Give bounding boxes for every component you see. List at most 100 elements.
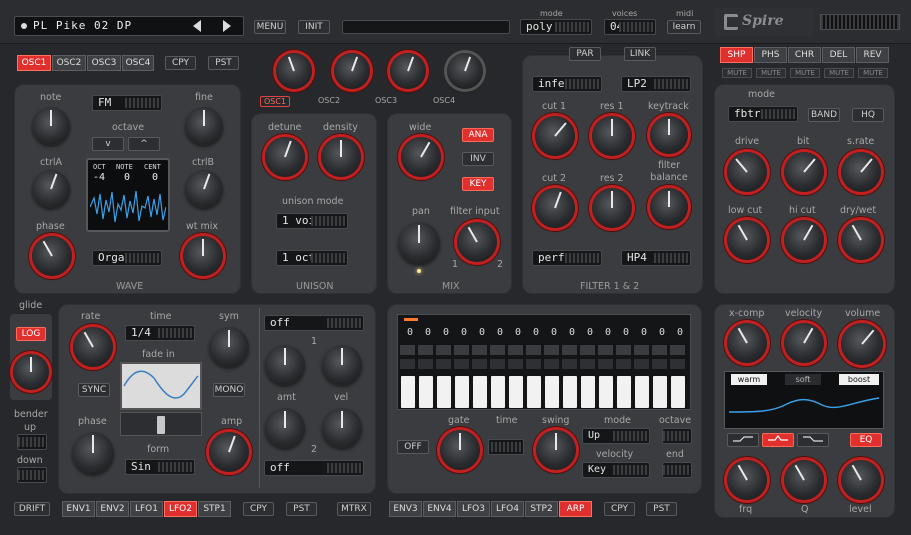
arp-velocity-select[interactable]: Key: [582, 462, 650, 478]
lfo-fade-slider[interactable]: [120, 412, 202, 436]
unison-voices-select[interactable]: 1 voice: [276, 213, 348, 229]
filter-input-knob[interactable]: [457, 222, 497, 262]
eq-soft-tab[interactable]: soft: [785, 374, 821, 385]
drive-knob[interactable]: [727, 152, 767, 192]
ana-button[interactable]: ANA: [462, 128, 494, 142]
arp-vel-bar[interactable]: [545, 376, 559, 408]
arp-step-9[interactable]: 0: [551, 327, 557, 338]
arp-vel-bar[interactable]: [599, 376, 613, 408]
arp-off-button[interactable]: OFF: [397, 440, 429, 454]
filter2-mode-select[interactable]: HP4: [621, 250, 691, 266]
filter2-type-select[interactable]: perfecto: [532, 250, 602, 266]
xcomp-knob[interactable]: [727, 323, 767, 363]
srate-knob[interactable]: [841, 152, 881, 192]
arp-step-8[interactable]: 0: [533, 327, 539, 338]
eq-enable-button[interactable]: EQ: [850, 433, 882, 447]
tab-rev[interactable]: REV: [856, 47, 889, 63]
fx-mode-select[interactable]: fbtri: [728, 106, 798, 122]
arp-vel-bar[interactable]: [509, 376, 523, 408]
tab-phs[interactable]: PHS: [754, 47, 787, 63]
inv-button[interactable]: INV: [462, 152, 494, 166]
preset-display[interactable]: PL Pike 02 DP: [14, 16, 244, 36]
tab-lfo4[interactable]: LFO4: [491, 501, 524, 517]
filter1-mode-select[interactable]: LP2: [621, 76, 691, 92]
tab-lfo1[interactable]: LFO1: [130, 501, 163, 517]
arp-copy-button[interactable]: CPY: [604, 502, 635, 516]
mod-paste-button[interactable]: PST: [286, 502, 317, 516]
ctrlB-knob[interactable]: [185, 170, 223, 208]
eq-q-knob[interactable]: [784, 460, 824, 500]
arp-paste-button[interactable]: PST: [646, 502, 677, 516]
hq-button[interactable]: HQ: [852, 108, 884, 122]
lfo-sym-knob[interactable]: [209, 327, 249, 367]
glide-log-button[interactable]: LOG: [16, 327, 46, 341]
chr-mute-button[interactable]: MUTE: [790, 68, 820, 78]
note-knob[interactable]: [32, 107, 70, 145]
tab-osc4[interactable]: OSC4: [122, 55, 154, 71]
osc-paste-button[interactable]: PST: [208, 56, 239, 70]
key-button[interactable]: KEY: [462, 177, 494, 191]
tab-chr[interactable]: CHR: [788, 47, 821, 63]
lfo-time-select[interactable]: 1/4: [125, 325, 195, 341]
mod-copy-button[interactable]: CPY: [243, 502, 274, 516]
tab-env2[interactable]: ENV2: [96, 501, 129, 517]
arp-vel-bar[interactable]: [563, 376, 577, 408]
arp-vel-bar[interactable]: [617, 376, 631, 408]
lowcut-knob[interactable]: [727, 220, 767, 260]
arp-step-5[interactable]: 0: [479, 327, 485, 338]
init-button[interactable]: INIT: [298, 20, 330, 34]
arp-step-3[interactable]: 0: [443, 327, 449, 338]
arp-time-select[interactable]: 1/16: [488, 439, 524, 455]
tab-env3[interactable]: ENV3: [389, 501, 422, 517]
mode-select[interactable]: poly 1: [520, 19, 592, 35]
bender-down-value[interactable]: 02: [17, 467, 47, 483]
lfo-sync-button[interactable]: SYNC: [78, 383, 110, 397]
keytrack-knob[interactable]: [650, 116, 688, 154]
prev-preset-icon[interactable]: [193, 20, 201, 32]
arp-step-15[interactable]: 0: [659, 327, 665, 338]
lfo-form-select[interactable]: Sin: [125, 459, 195, 475]
osc3-level-knob[interactable]: [390, 53, 426, 89]
lfo-amp-knob[interactable]: [209, 432, 249, 472]
arp-octave-select[interactable]: 01: [662, 428, 692, 444]
arp-vel-bar[interactable]: [419, 376, 433, 408]
arp-vel-bar[interactable]: [491, 376, 505, 408]
master-velocity-knob[interactable]: [784, 323, 824, 363]
tab-del[interactable]: DEL: [822, 47, 855, 63]
midi-learn-button[interactable]: learn: [667, 20, 701, 34]
arp-step-14[interactable]: 0: [641, 327, 647, 338]
eq-frq-knob[interactable]: [727, 460, 767, 500]
density-knob[interactable]: [321, 137, 361, 177]
res1-knob[interactable]: [592, 116, 632, 156]
phs-mute-button[interactable]: MUTE: [756, 68, 786, 78]
tab-shp[interactable]: SHP: [720, 47, 753, 63]
voices-select[interactable]: 04: [604, 19, 656, 35]
eq-warm-tab[interactable]: warm: [731, 374, 767, 385]
arp-step-10[interactable]: 0: [569, 327, 575, 338]
shp-mute-button[interactable]: MUTE: [722, 68, 752, 78]
bender-up-value[interactable]: 02: [17, 434, 47, 450]
arp-vel-bar[interactable]: [635, 376, 649, 408]
arp-gate-knob[interactable]: [440, 430, 480, 470]
eq-display[interactable]: warm soft boost: [724, 371, 884, 429]
menu-button[interactable]: MENU: [254, 20, 286, 34]
arp-swing-knob[interactable]: [536, 430, 576, 470]
mod-amt2-knob[interactable]: [265, 408, 305, 448]
drywet-knob[interactable]: [841, 220, 881, 260]
tab-stp2[interactable]: STP2: [525, 501, 558, 517]
lfo-phase-knob[interactable]: [72, 432, 114, 474]
tab-arp[interactable]: ARP: [559, 501, 592, 517]
bit-knob[interactable]: [784, 152, 824, 192]
arp-vel-bar[interactable]: [401, 376, 415, 408]
mod-vel1-knob[interactable]: [322, 345, 362, 385]
phase-knob[interactable]: [32, 236, 72, 276]
tab-env4[interactable]: ENV4: [423, 501, 456, 517]
cut2-knob[interactable]: [535, 188, 575, 228]
tab-lfo2[interactable]: LFO2: [164, 501, 197, 517]
wave-mode-select[interactable]: FM: [92, 95, 162, 111]
osc4-level-knob[interactable]: [447, 53, 483, 89]
eq-level-knob[interactable]: [841, 460, 881, 500]
tab-lfo3[interactable]: LFO3: [457, 501, 490, 517]
glide-knob[interactable]: [13, 354, 49, 390]
link-button[interactable]: LINK: [624, 47, 656, 61]
